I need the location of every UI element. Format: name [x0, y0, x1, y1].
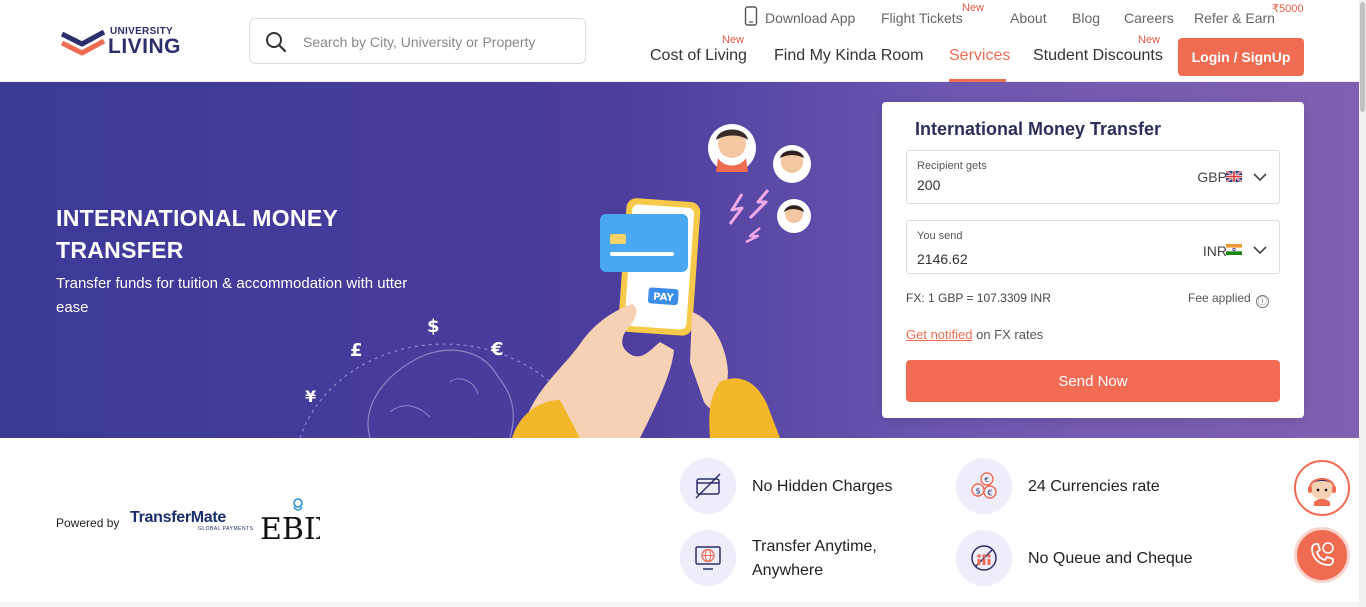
chevron-down-icon[interactable]	[1253, 172, 1267, 182]
hero-illustration: $ £ € ¥ PAY	[299, 124, 811, 438]
no-fees-card-icon	[680, 458, 736, 514]
recipient-gets-value[interactable]: 200	[917, 177, 940, 193]
euro-symbol: €	[490, 339, 504, 360]
logo-chevron-icon	[60, 29, 106, 56]
site-header: UNIVERSITY LIVING Download App Flight Ti…	[0, 0, 1366, 82]
no-queue-icon	[956, 530, 1012, 586]
chevron-down-icon[interactable]	[1253, 245, 1267, 255]
svg-text:PAY: PAY	[653, 292, 675, 304]
mobile-phone-icon	[744, 6, 758, 26]
page-scrollbar[interactable]	[1359, 0, 1366, 607]
india-flag-icon	[1226, 244, 1242, 255]
svg-text:$: $	[976, 487, 981, 496]
logo-big-text: LIVING	[108, 35, 182, 58]
search-box[interactable]	[249, 18, 586, 64]
feature-no-hidden-charges: No Hidden Charges	[752, 478, 893, 495]
chat-assistant-button[interactable]	[1294, 460, 1350, 516]
search-input[interactable]	[303, 29, 573, 55]
scrollbar-thumb[interactable]	[1360, 2, 1365, 112]
recipient-gets-label: Recipient gets	[917, 160, 987, 172]
send-now-button[interactable]: Send Now	[906, 360, 1280, 402]
support-agent-icon	[1308, 478, 1336, 506]
phone-call-icon	[1311, 542, 1334, 566]
feature-no-queue: No Queue and Cheque	[1028, 550, 1193, 567]
svg-text:€: €	[988, 489, 993, 498]
search-icon	[266, 32, 287, 53]
transfermate-tagline: GLOBAL PAYMENTS	[198, 526, 254, 532]
ebix-text: EBIX	[260, 512, 320, 545]
pound-symbol: £	[350, 340, 363, 361]
fx-notify: Get notified on FX rates	[906, 327, 1043, 342]
card-title: International Money Transfer	[915, 119, 1162, 139]
nav-careers[interactable]: Careers	[1124, 10, 1174, 26]
powered-by-label: Powered by	[56, 516, 120, 530]
feature-24-currencies: 24 Currencies rate	[1028, 478, 1160, 495]
you-send-label: You send	[917, 230, 963, 242]
ebix-logo: EBIX	[260, 498, 320, 545]
section-divider	[0, 602, 1359, 607]
call-whatsapp-button[interactable]	[1294, 527, 1350, 583]
feature-transfer-anytime: Transfer Anytime, Anywhere	[752, 538, 877, 579]
get-notified-link[interactable]: Get notified	[906, 327, 973, 342]
dollar-symbol: $	[427, 316, 440, 337]
university-living-logo[interactable]: UNIVERSITY LIVING	[60, 22, 200, 62]
nav-about[interactable]: About	[1010, 10, 1047, 26]
uk-flag-icon	[1226, 171, 1242, 182]
nav-cost-of-living[interactable]: Cost of Living	[650, 47, 747, 65]
nav-services[interactable]: Services	[949, 47, 1010, 65]
you-send-value[interactable]: 2146.62	[917, 251, 968, 267]
yen-symbol: ¥	[305, 387, 316, 406]
new-badge: New	[722, 34, 745, 46]
recipient-currency[interactable]: GBP	[1197, 169, 1227, 185]
nav-download-app[interactable]: Download App	[765, 10, 855, 26]
globe-monitor-icon	[680, 530, 736, 586]
new-badge: New	[962, 2, 985, 14]
fx-rate-text: FX: 1 GBP = 107.3309 INR	[906, 291, 1051, 305]
info-icon[interactable]: ⓘ	[1255, 295, 1269, 308]
reward-badge: ₹5000	[1272, 3, 1304, 15]
nav-find-my-kinda-room[interactable]: Find My Kinda Room	[774, 47, 923, 65]
fee-applied-label: Fee applied	[1188, 291, 1251, 305]
you-send-field[interactable]: You send 2146.62 INR	[906, 220, 1280, 274]
nav-flight-tickets[interactable]: Flight Tickets	[881, 10, 963, 26]
nav-blog[interactable]: Blog	[1072, 10, 1100, 26]
nav-student-discounts[interactable]: Student Discounts	[1033, 47, 1163, 65]
notify-suffix: on FX rates	[972, 327, 1044, 342]
currency-coins-icon: $ € €	[956, 458, 1012, 514]
transfermate-logo: TransferMate	[130, 509, 226, 526]
fee-applied: Fee applied ⓘ	[1188, 291, 1269, 308]
login-signup-button[interactable]: Login / SignUp	[1178, 38, 1304, 76]
svg-text:€: €	[985, 476, 989, 484]
recipient-gets-field[interactable]: Recipient gets 200 GBP	[906, 150, 1280, 204]
sender-currency[interactable]: INR	[1203, 243, 1227, 259]
new-badge: New	[1138, 34, 1161, 46]
money-transfer-card: International Money Transfer Recipient g…	[882, 102, 1304, 418]
nav-refer-earn[interactable]: Refer & Earn	[1194, 10, 1275, 26]
